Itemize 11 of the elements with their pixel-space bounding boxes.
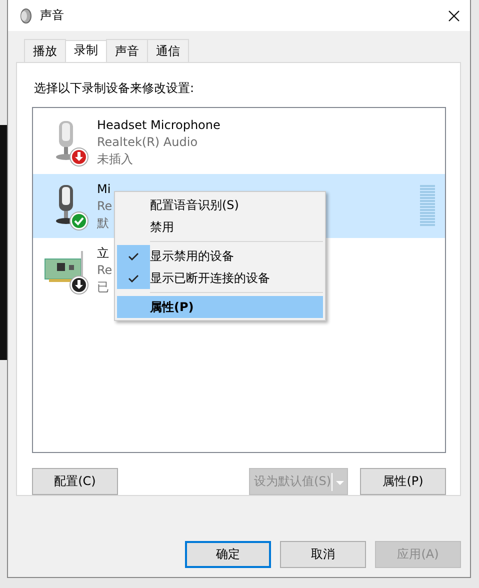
device-status: 未插入 — [97, 150, 133, 168]
instruction-text: 选择以下录制设备来修改设置: — [34, 80, 196, 97]
device-driver: Re — [97, 262, 112, 278]
device-name: Headset Microphone — [97, 116, 220, 134]
device-name: Mi — [97, 180, 111, 198]
device-status: 已 — [97, 278, 109, 296]
window-title: 声音 — [40, 7, 65, 24]
device-name: 立 — [97, 244, 109, 262]
device-status: 默 — [97, 214, 109, 232]
device-driver: Realtek(R) Audio — [97, 134, 198, 150]
device-driver: Re — [97, 198, 112, 214]
